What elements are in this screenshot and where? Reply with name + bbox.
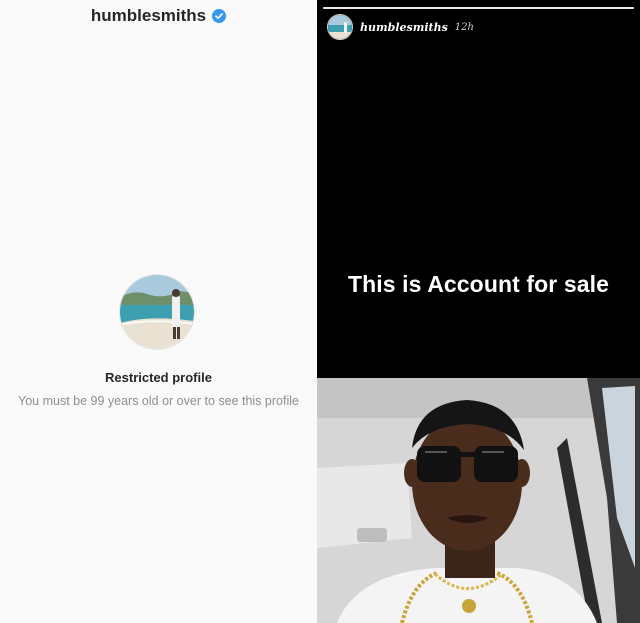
story-caption: This is Account for sale: [348, 271, 609, 297]
story-header: humblesmiths 12h: [327, 14, 474, 40]
restricted-description: You must be 99 years old or over to see …: [18, 394, 299, 408]
story-progress-bar: [323, 7, 634, 9]
profile-avatar[interactable]: [119, 274, 195, 350]
story-view[interactable]: humblesmiths 12h This is Account for sal…: [317, 0, 640, 378]
selfie-photo: [317, 378, 640, 623]
verified-badge-icon: [212, 9, 227, 23]
profile-username: humblesmiths: [90, 6, 207, 25]
story-timestamp: 12h: [454, 21, 474, 33]
restricted-title: Restricted profile: [105, 370, 212, 385]
restricted-profile-screen: humblesmiths Restricted profile You must…: [0, 0, 317, 623]
story-avatar[interactable]: [327, 14, 353, 40]
story-username[interactable]: humblesmiths: [360, 21, 448, 34]
profile-header: humblesmiths: [0, 6, 317, 26]
